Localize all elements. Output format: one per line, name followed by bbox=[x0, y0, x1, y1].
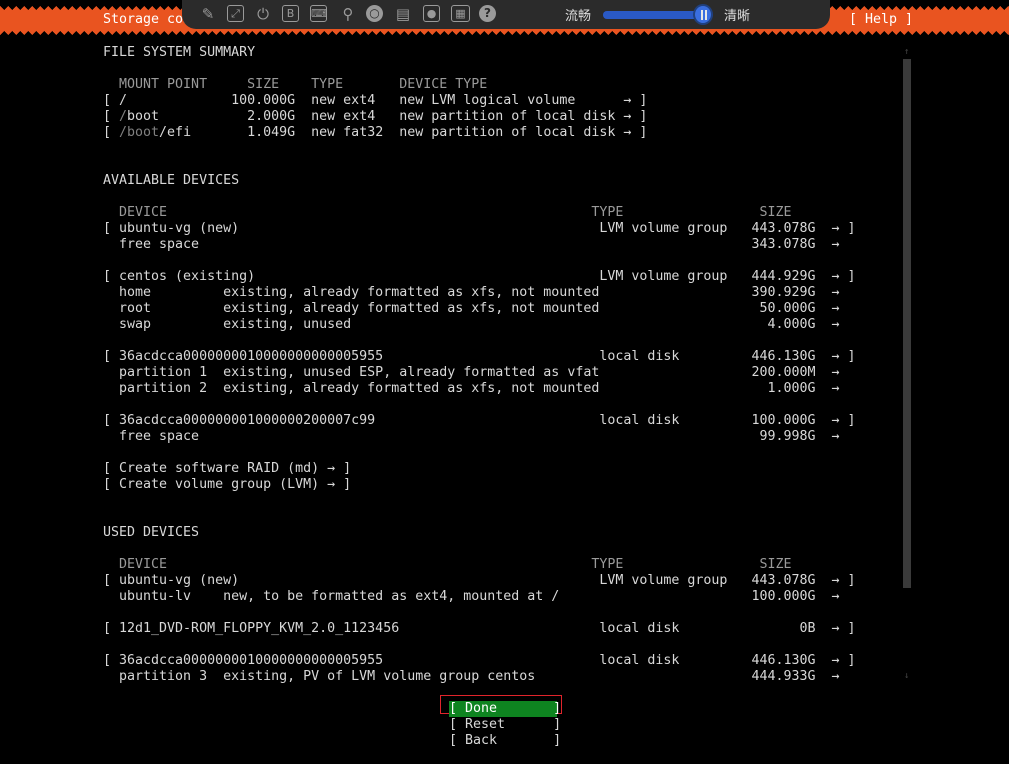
device-row[interactable]: [ ubuntu-vg (new) LVM volume group 443.0… bbox=[103, 573, 856, 589]
device-sub-row[interactable]: partition 1 existing, unused ESP, alread… bbox=[103, 365, 840, 381]
fs-summary-title: FILE SYSTEM SUMMARY bbox=[103, 45, 256, 60]
page-title: Storage con bbox=[103, 12, 192, 27]
used-devices-title: USED DEVICES bbox=[103, 525, 200, 540]
fs-row-mount-dim: /boot bbox=[119, 125, 160, 140]
back-button[interactable]: [ Back ] bbox=[449, 733, 561, 749]
device-sub-row[interactable]: free space 99.998G → bbox=[103, 429, 840, 445]
device-sub-row[interactable]: partition 3 existing, PV of LVM volume g… bbox=[103, 669, 840, 685]
b-icon[interactable]: B bbox=[282, 5, 299, 22]
device-row[interactable]: [ Create volume group (LVM) → ] bbox=[103, 477, 351, 493]
quality-clear-label: 清晰 bbox=[724, 9, 751, 24]
device-sub-row[interactable]: swap existing, unused 4.000G → bbox=[103, 317, 840, 333]
available-devices-header: DEVICE TYPE SIZE bbox=[103, 205, 792, 220]
scroll-down-icon[interactable]: ↓ bbox=[904, 671, 909, 681]
record-icon[interactable]: ● bbox=[423, 5, 440, 22]
fs-row-mount: /efi bbox=[159, 125, 192, 140]
pin-icon[interactable]: ✎ bbox=[199, 5, 217, 23]
available-devices-title: AVAILABLE DEVICES bbox=[103, 173, 240, 188]
scroll-up-icon[interactable]: ↑ bbox=[904, 47, 909, 57]
fs-row-rest: 100.000G new ext4 new LVM logical volume… bbox=[127, 93, 648, 108]
fs-row-mount: boot bbox=[127, 109, 160, 124]
device-sub-row[interactable]: partition 2 existing, already formatted … bbox=[103, 381, 840, 397]
scrollbar[interactable] bbox=[903, 59, 911, 588]
reset-button[interactable]: [ Reset ] bbox=[449, 717, 561, 733]
quality-smooth-label: 流畅 bbox=[565, 9, 592, 24]
fs-summary-header: MOUNT POINT SIZE TYPE DEVICE TYPE bbox=[103, 77, 488, 92]
used-devices-header: DEVICE TYPE SIZE bbox=[103, 557, 792, 572]
fs-row[interactable]: [ /boot 2.000G new ext4 new partition of… bbox=[103, 109, 647, 125]
save-icon[interactable]: ▤ bbox=[394, 5, 412, 23]
device-row[interactable]: [ 36acdcca0000000010000000000005955 loca… bbox=[103, 653, 856, 669]
quality-slider-thumb[interactable] bbox=[693, 4, 713, 25]
done-button[interactable]: [ Done ] bbox=[449, 701, 561, 717]
device-sub-row[interactable]: free space 343.078G → bbox=[103, 237, 840, 253]
device-row[interactable]: [ 12d1_DVD-ROM_FLOPPY_KVM_2.0_1123456 lo… bbox=[103, 621, 856, 637]
fs-row[interactable]: [ / 100.000G new ext4 new LVM logical vo… bbox=[103, 93, 647, 109]
device-row[interactable]: [ ubuntu-vg (new) LVM volume group 443.0… bbox=[103, 221, 856, 237]
fs-row-prefix: [ bbox=[103, 125, 120, 140]
fullscreen-icon[interactable]: ⤢ bbox=[227, 5, 244, 22]
fs-row-mount: / bbox=[119, 93, 128, 108]
help-icon[interactable]: ? bbox=[479, 5, 496, 22]
fs-row-mount-dim: / bbox=[119, 109, 128, 124]
power-icon[interactable]: ⏻ bbox=[254, 5, 272, 23]
device-row[interactable]: [ Create software RAID (md) → ] bbox=[103, 461, 351, 477]
device-sub-row[interactable]: home existing, already formatted as xfs,… bbox=[103, 285, 840, 301]
device-row[interactable]: [ 36acdcca0000000010000000000005955 loca… bbox=[103, 349, 856, 365]
fs-row-prefix: [ bbox=[103, 93, 120, 108]
fs-row-rest: 1.049G new fat32 new partition of local … bbox=[191, 125, 648, 140]
fs-row[interactable]: [ /boot/efi 1.049G new fat32 new partiti… bbox=[103, 125, 647, 141]
fs-row-prefix: [ bbox=[103, 109, 120, 124]
device-row[interactable]: [ 36acdcca000000001000000200007c99 local… bbox=[103, 413, 856, 429]
device-sub-row[interactable]: ubuntu-lv new, to be formatted as ext4, … bbox=[103, 589, 840, 605]
header-zigzag-bottom bbox=[0, 31, 1009, 42]
help-button[interactable]: [ Help ] bbox=[849, 12, 913, 27]
keyboard-icon[interactable]: ⌨ bbox=[310, 5, 327, 22]
quality-slider-fill bbox=[603, 11, 702, 19]
fs-row-rest: 2.000G new ext4 new partition of local d… bbox=[159, 109, 648, 124]
keyboard-layout-icon[interactable]: ▦ bbox=[451, 5, 470, 22]
device-row[interactable]: [ centos (existing) LVM volume group 444… bbox=[103, 269, 856, 285]
mouse-icon[interactable]: ⚲ bbox=[339, 5, 357, 23]
disc-icon[interactable]: ○ bbox=[366, 5, 383, 22]
device-sub-row[interactable]: root existing, already formatted as xfs,… bbox=[103, 301, 840, 317]
